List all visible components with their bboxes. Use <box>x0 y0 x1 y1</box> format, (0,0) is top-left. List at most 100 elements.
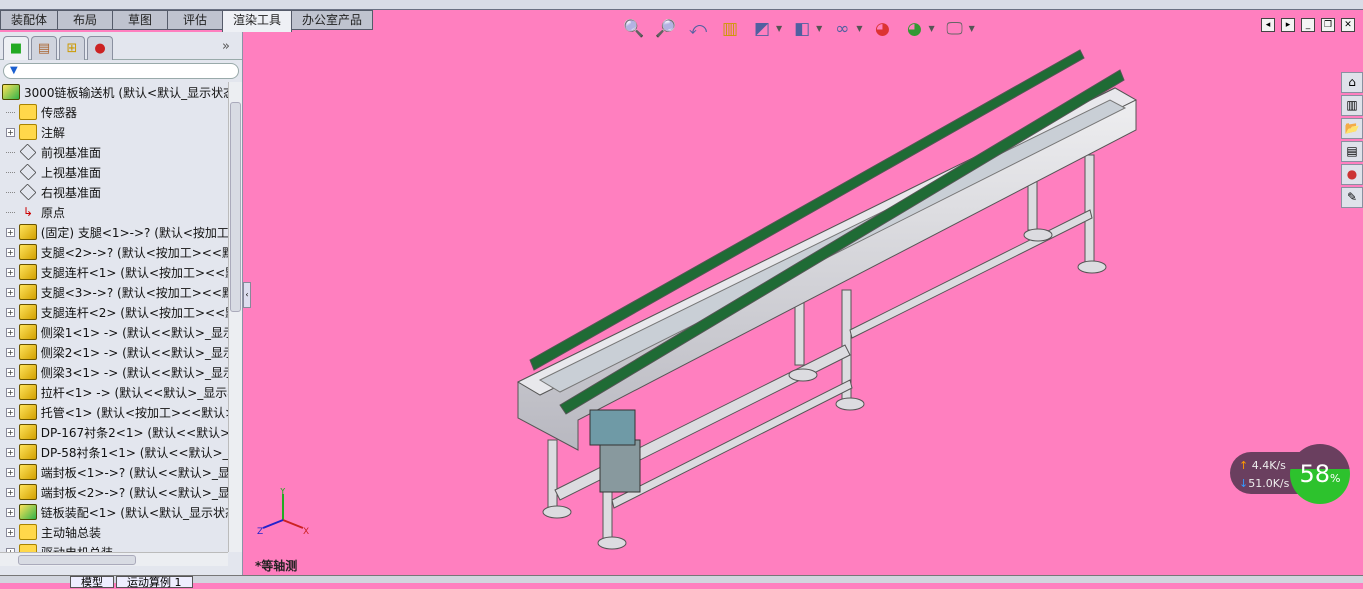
command-manager-tabs: 装配体 布局 草图 评估 渲染工具 办公室产品 <box>0 10 374 32</box>
folder-icon <box>19 544 37 552</box>
expand-icon[interactable]: + <box>6 427 15 437</box>
tree-item[interactable]: + 链板装配<1> (默认<默认_显示状态 <box>0 502 228 522</box>
expand-icon[interactable]: + <box>6 227 15 237</box>
upload-arrow-icon: ↑ <box>1239 459 1249 472</box>
chevron-down-icon[interactable]: ▼ <box>776 18 782 40</box>
tree-item[interactable]: 右视基准面 <box>0 182 228 202</box>
view-palette-icon[interactable]: ▤ <box>1341 141 1363 162</box>
tree-item[interactable]: + 注解 <box>0 122 228 142</box>
tab-0[interactable]: 装配体 <box>0 10 59 30</box>
bottom-tabs: 模型 运动算例 1 <box>0 575 1363 588</box>
expand-icon[interactable]: + <box>6 447 15 457</box>
tree-item[interactable]: + 支腿<2>->? (默认<按加工><<默 <box>0 242 228 262</box>
folder-icon <box>19 104 37 120</box>
previous-view-icon[interactable]: ⤺ <box>686 18 710 40</box>
scroll-thumb[interactable] <box>230 102 241 312</box>
expand-icon[interactable]: + <box>6 267 15 277</box>
tree-item[interactable]: 前视基准面 <box>0 142 228 162</box>
tree-item[interactable]: + DP-58衬条1<1> (默认<<默认>_显 <box>0 442 228 462</box>
tree-item-label: 侧梁3<1> -> (默认<<默认>_显示 <box>40 365 228 380</box>
tab-5[interactable]: 办公室产品 <box>291 10 374 30</box>
chevron-down-icon[interactable]: ▼ <box>928 18 934 40</box>
view-settings-icon[interactable]: 🖵 <box>943 18 967 40</box>
tree-item[interactable]: + (固定) 支腿<1>->? (默认<按加工> <box>0 222 228 242</box>
tab-model[interactable]: 模型 <box>70 576 114 588</box>
tree-item[interactable]: + 侧梁3<1> -> (默认<<默认>_显示 <box>0 362 228 382</box>
expand-icon[interactable]: + <box>6 407 15 417</box>
panel-collapse-handle[interactable]: ‹ <box>243 282 251 308</box>
tab-4[interactable]: 渲染工具 <box>222 10 293 32</box>
tab-motion-study[interactable]: 运动算例 1 <box>116 576 193 588</box>
tab-2[interactable]: 草图 <box>112 10 169 30</box>
tree-item[interactable]: + 侧梁1<1> -> (默认<<默认>_显示 <box>0 322 228 342</box>
tree-filter-input[interactable]: ▼ <box>3 63 239 79</box>
tab-3[interactable]: 评估 <box>167 10 224 30</box>
expand-icon[interactable]: + <box>6 347 15 357</box>
tab-1[interactable]: 布局 <box>57 10 114 30</box>
close-icon[interactable]: ✕ <box>1341 18 1355 32</box>
expand-icon[interactable]: + <box>6 127 15 137</box>
tree-item[interactable]: ↳ 原点 <box>0 202 228 222</box>
tree-item[interactable]: + 主动轴总装 <box>0 522 228 542</box>
tree-item[interactable]: +驱动电机总装 <box>0 542 228 552</box>
tree-item[interactable]: + 端封板<1>->? (默认<<默认>_显示 <box>0 462 228 482</box>
property-manager-tab[interactable]: ▤ <box>31 36 57 60</box>
chevron-down-icon[interactable]: ▼ <box>856 18 862 40</box>
expand-icon[interactable]: + <box>6 307 15 317</box>
origin-icon: ↳ <box>22 205 34 219</box>
tree-item[interactable]: + 托管<1> (默认<按加工><<默认> <box>0 402 228 422</box>
display-style-icon[interactable]: ◧ <box>790 18 814 40</box>
expand-icon[interactable]: + <box>6 507 15 517</box>
section-view-icon[interactable]: ▥ <box>718 18 742 40</box>
minimize-icon[interactable]: _ <box>1301 18 1315 32</box>
home-icon[interactable]: ⌂ <box>1341 72 1363 93</box>
custom-properties-icon[interactable]: ✎ <box>1341 187 1363 208</box>
tree-item[interactable]: 传感器 <box>0 102 228 122</box>
expand-icon[interactable]: + <box>6 287 15 297</box>
previous-icon[interactable]: ◂ <box>1261 18 1275 32</box>
display-manager-tab[interactable]: ● <box>87 36 113 60</box>
next-icon[interactable]: ▸ <box>1281 18 1295 32</box>
expand-icon[interactable]: + <box>6 527 15 537</box>
chevron-down-icon[interactable]: ▼ <box>969 18 975 40</box>
tree-item[interactable]: 3000链板输送机 (默认<默认_显示状态 <box>0 82 228 102</box>
design-library-icon[interactable]: ▥ <box>1341 95 1363 116</box>
apply-scene-icon[interactable]: ◕ <box>902 18 926 40</box>
chevron-down-icon[interactable]: ▼ <box>816 18 822 40</box>
tree-item[interactable]: + 侧梁2<1> -> (默认<<默认>_显示 <box>0 342 228 362</box>
appearances-icon[interactable]: ● <box>1341 164 1363 185</box>
configuration-manager-tab[interactable]: ⊞ <box>59 36 85 60</box>
tree-vertical-scrollbar[interactable] <box>228 82 242 552</box>
part-icon <box>18 424 37 440</box>
tree-item-label: 拉杆<1> -> (默认<<默认>_显示状 <box>40 385 228 400</box>
scroll-thumb[interactable] <box>18 555 136 565</box>
zoom-to-area-icon[interactable]: 🔎 <box>654 18 678 40</box>
expand-icon[interactable]: + <box>6 387 15 397</box>
tree-item[interactable]: + 支腿<3>->? (默认<按加工><<默 <box>0 282 228 302</box>
plane-icon <box>19 143 37 161</box>
tree-item[interactable]: 上视基准面 <box>0 162 228 182</box>
memory-usage-gauge[interactable]: 58% <box>1290 444 1350 504</box>
tree-item-label: 上视基准面 <box>41 165 102 180</box>
tree-item[interactable]: + 端封板<2>->? (默认<<默认>_显示 <box>0 482 228 502</box>
tree-item[interactable]: + DP-167衬条2<1> (默认<<默认>_ <box>0 422 228 442</box>
tree-horizontal-scrollbar[interactable] <box>0 552 228 566</box>
tree-item[interactable]: + 支腿连杆<2> (默认<按加工><<默 <box>0 302 228 322</box>
more-tabs-chevron[interactable]: » <box>222 36 230 59</box>
expand-icon[interactable]: + <box>6 467 15 477</box>
tree-connector <box>6 171 15 173</box>
expand-icon[interactable]: + <box>6 367 15 377</box>
feature-manager-tab[interactable]: ■ <box>3 36 29 60</box>
feature-tree-icon: ■ <box>9 41 23 56</box>
expand-icon[interactable]: + <box>6 327 15 337</box>
zoom-to-fit-icon[interactable]: 🔍 <box>622 18 646 40</box>
expand-icon[interactable]: + <box>6 487 15 497</box>
hide-show-items-icon[interactable]: ∞ <box>830 18 854 40</box>
view-orientation-icon[interactable]: ◩ <box>750 18 774 40</box>
file-explorer-icon[interactable]: 📂 <box>1341 118 1363 139</box>
tree-item[interactable]: + 拉杆<1> -> (默认<<默认>_显示状 <box>0 382 228 402</box>
restore-icon[interactable]: ❐ <box>1321 18 1335 32</box>
tree-item[interactable]: + 支腿连杆<1> (默认<按加工><<默 <box>0 262 228 282</box>
edit-appearance-icon[interactable]: ◕ <box>870 18 894 40</box>
expand-icon[interactable]: + <box>6 247 15 257</box>
